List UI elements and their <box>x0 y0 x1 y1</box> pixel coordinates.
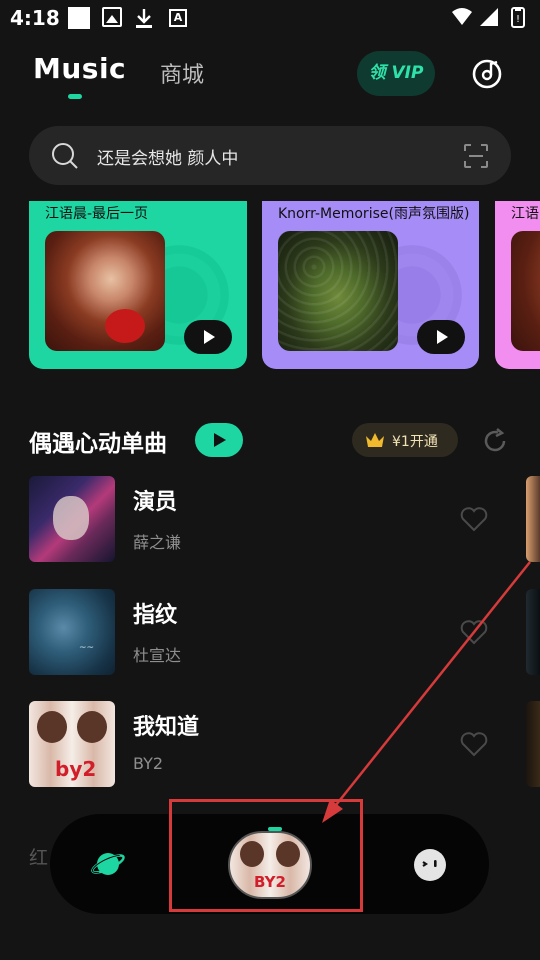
square-icon <box>68 7 90 29</box>
active-tab-indicator <box>68 94 82 99</box>
status-time: 4:18 <box>10 6 60 30</box>
song-title: 指纹 <box>133 603 178 628</box>
crown-icon <box>366 433 384 447</box>
vip-open-button[interactable]: ¥1开通 <box>352 423 458 457</box>
wifi-icon <box>452 8 472 25</box>
play-all-button[interactable] <box>195 423 243 457</box>
song-artist: 薛之谦 <box>133 533 182 552</box>
search-icon <box>52 143 78 169</box>
refresh-icon[interactable] <box>481 427 509 455</box>
status-bar: 4:18 A ! <box>0 0 540 36</box>
heart-icon[interactable] <box>460 506 488 532</box>
song-cover-peek <box>526 589 540 675</box>
tab-music[interactable]: Music <box>33 52 126 85</box>
banner-card[interactable]: Knorr-Memorise(雨声氛围版) <box>262 201 479 369</box>
song-title: 演员 <box>133 490 178 515</box>
song-cover: by2 <box>29 701 115 787</box>
section-title: 偶遇心动单曲 <box>29 431 167 457</box>
search-input[interactable]: 还是会想她 颜人中 <box>97 144 238 169</box>
section-peek-text: 红 <box>29 847 49 869</box>
banner-card[interactable]: 江语 <box>495 201 540 369</box>
song-artist: 杜宣达 <box>133 646 182 665</box>
face-icon[interactable] <box>413 848 447 882</box>
download-icon <box>136 9 152 28</box>
heart-icon[interactable] <box>460 619 488 645</box>
banner-title: 江语晨-最后一页 <box>45 206 149 222</box>
song-cover-peek <box>526 476 540 562</box>
song-cover-peek <box>526 701 540 787</box>
song-title: 我知道 <box>133 715 200 740</box>
scan-icon[interactable] <box>463 143 489 169</box>
banner-card[interactable]: 江语晨-最后一页 <box>29 201 247 369</box>
song-row[interactable]: ~~ 指纹 杜宣达 <box>0 589 540 675</box>
banner-title: Knorr-Memorise(雨声氛围版) <box>278 206 470 222</box>
annotation-highlight-box <box>169 799 363 912</box>
banner-play-button[interactable] <box>184 320 232 354</box>
record-icon[interactable] <box>471 58 503 90</box>
signal-icon <box>480 8 498 26</box>
banner-title: 江语 <box>511 206 539 222</box>
banner-cover <box>278 231 398 351</box>
song-artist: BY2 <box>133 754 164 773</box>
vip-open-label: ¥1开通 <box>392 434 438 450</box>
song-row[interactable]: 演员 薛之谦 <box>0 476 540 562</box>
tab-shop[interactable]: 商城 <box>160 57 204 89</box>
heart-icon[interactable] <box>460 731 488 757</box>
banner-play-button[interactable] <box>417 320 465 354</box>
song-row[interactable]: by2 我知道 BY2 <box>0 701 540 787</box>
font-icon: A <box>169 9 187 27</box>
song-cover <box>29 476 115 562</box>
song-cover: ~~ <box>29 589 115 675</box>
status-right-icons: ! <box>452 7 525 28</box>
search-bar[interactable]: 还是会想她 颜人中 <box>29 126 511 185</box>
banner-cover <box>45 231 165 351</box>
image-icon <box>102 7 122 27</box>
svg-text:!: ! <box>516 14 520 25</box>
get-vip-button[interactable]: 领 VIP <box>357 51 435 96</box>
banner-cover <box>511 231 540 351</box>
planet-icon[interactable] <box>90 846 126 882</box>
